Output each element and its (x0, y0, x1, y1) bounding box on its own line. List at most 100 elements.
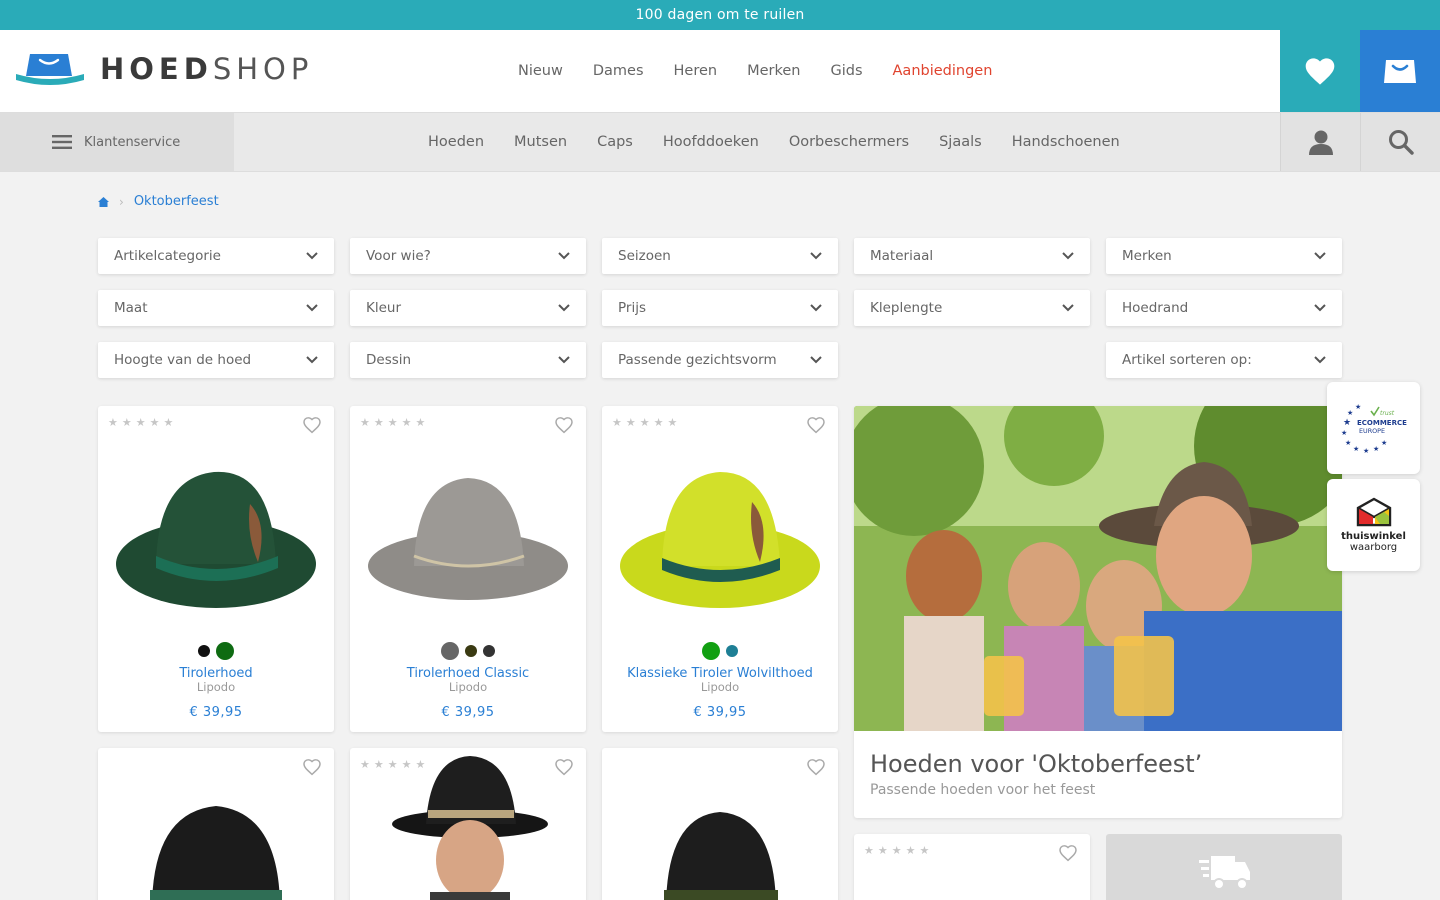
filter-passende-gezichtsvorm[interactable]: Passende gezichtsvorm (602, 342, 838, 378)
filter-hoogte-van-de-hoed[interactable]: Hoogte van de hoed (98, 342, 334, 378)
filter-materiaal[interactable]: Materiaal (854, 238, 1090, 274)
product-card[interactable]: ★★★★★ (854, 834, 1090, 900)
chevron-down-icon (810, 356, 822, 364)
nav-item-aanbiedingen[interactable]: Aanbiedingen (893, 63, 993, 79)
product-image (368, 478, 568, 600)
product-card[interactable]: ★★★★★ Tirolerhoed Lipodo € 39,95 (98, 406, 334, 732)
filter-dessin[interactable]: Dessin (350, 342, 586, 378)
chevron-down-icon (558, 304, 570, 312)
category-bar: Klantenservice Hoeden Mutsen Caps Hoofdd… (0, 112, 1440, 172)
logo[interactable]: HOED SHOP (14, 50, 313, 88)
svg-text:★: ★ (1353, 445, 1359, 453)
category-item-handschoenen[interactable]: Handschoenen (1012, 134, 1120, 150)
category-item-oorbeschermers[interactable]: Oorbeschermers (789, 134, 909, 150)
filter-maat[interactable]: Maat (98, 290, 334, 326)
announcement-text: 100 dagen om te ruilen (635, 7, 805, 23)
svg-text:★: ★ (1373, 445, 1379, 453)
product-name[interactable]: Tirolerhoed (98, 666, 334, 681)
heart-outline-icon[interactable] (806, 758, 826, 776)
product-brand: Lipodo (700, 680, 740, 694)
breadcrumb-current[interactable]: Oktoberfeest (134, 194, 219, 209)
delivery-promo-card[interactable] (1106, 834, 1342, 900)
promo-banner[interactable]: Hoeden voor 'Oktoberfeest’ Passende hoed… (854, 406, 1342, 818)
search-button[interactable] (1360, 113, 1440, 171)
nav-item-merken[interactable]: Merken (747, 63, 800, 79)
hat-logo-icon (16, 54, 84, 85)
product-image (664, 812, 778, 900)
category-nav: Hoeden Mutsen Caps Hoofddoeken Oorbesche… (428, 113, 1120, 171)
color-swatch[interactable] (483, 645, 495, 657)
chevron-down-icon (1314, 304, 1326, 312)
category-item-caps[interactable]: Caps (597, 134, 633, 150)
cart-button[interactable] (1360, 30, 1440, 112)
filter-kleur[interactable]: Kleur (350, 290, 586, 326)
ecommerce-word: ECOMMERCE (1357, 419, 1407, 427)
color-swatches (602, 642, 838, 660)
svg-text:★: ★ (1345, 439, 1351, 447)
chevron-down-icon (558, 252, 570, 260)
product-brand: Lipodo (196, 680, 236, 694)
category-item-hoofddoeken[interactable]: Hoofddoeken (663, 134, 759, 150)
wishlist-button[interactable] (1280, 30, 1360, 112)
product-card[interactable]: ★★★★★ Tirolerhoed Classic Lipodo € 39,95 (350, 406, 586, 732)
filter-prijs[interactable]: Prijs (602, 290, 838, 326)
heart-outline-icon[interactable] (302, 758, 322, 776)
svg-text:★: ★ (1355, 403, 1361, 411)
color-swatch[interactable] (726, 645, 738, 657)
chevron-down-icon (810, 304, 822, 312)
color-swatch[interactable] (441, 642, 459, 660)
filter-merken[interactable]: Merken (1106, 238, 1342, 274)
hamburger-menu-icon (52, 135, 72, 149)
color-swatch[interactable] (465, 645, 477, 657)
home-icon[interactable] (98, 196, 109, 207)
delivery-truck-icon (1199, 856, 1250, 890)
product-name[interactable]: Klassieke Tiroler Wolvilthoed (602, 666, 838, 681)
main-nav: Nieuw Dames Heren Merken Gids Aanbieding… (518, 30, 992, 112)
customer-service-menu[interactable]: Klantenservice (0, 113, 234, 171)
filter-hoedrand[interactable]: Hoedrand (1106, 290, 1342, 326)
product-card[interactable] (98, 748, 334, 900)
nav-item-heren[interactable]: Heren (674, 63, 718, 79)
rating-stars: ★★★★★ (864, 844, 934, 857)
nav-item-gids[interactable]: Gids (830, 63, 862, 79)
product-card[interactable]: ★★★★★ (350, 748, 586, 900)
nav-item-nieuw[interactable]: Nieuw (518, 63, 563, 79)
product-image (392, 756, 548, 900)
category-item-mutsen[interactable]: Mutsen (514, 134, 567, 150)
category-item-hoeden[interactable]: Hoeden (428, 134, 484, 150)
filter-kleplengte[interactable]: Kleplengte (854, 290, 1090, 326)
account-button[interactable] (1280, 113, 1360, 171)
rating-stars: ★★★★★ (612, 416, 682, 429)
sort-select[interactable]: Artikel sorteren op: (1106, 342, 1342, 378)
heart-outline-icon[interactable] (806, 416, 826, 434)
promo-title: Hoeden voor 'Oktoberfeest’ (870, 750, 1203, 778)
ecommerce-europe-logo: ★ ★ ★ ★ ★ ★ ★ ★ ★ trust ECOMMERCE EUROPE (1341, 403, 1407, 453)
product-image (150, 806, 282, 900)
thuiswinkel-logo-icon (1356, 497, 1391, 527)
search-icon (1388, 130, 1414, 155)
heart-outline-icon[interactable] (1058, 844, 1078, 862)
ecommerce-europe-badge[interactable]: ★ ★ ★ ★ ★ ★ ★ ★ ★ trust ECOMMERCE EUROPE (1327, 382, 1420, 474)
category-item-sjaals[interactable]: Sjaals (939, 134, 982, 150)
europe-word: EUROPE (1359, 427, 1385, 435)
chevron-down-icon (306, 356, 318, 364)
color-swatch[interactable] (198, 645, 210, 657)
filter-seizoen[interactable]: Seizoen (602, 238, 838, 274)
heart-outline-icon[interactable] (554, 416, 574, 434)
product-card[interactable] (602, 748, 838, 900)
product-name[interactable]: Tirolerhoed Classic (350, 666, 586, 681)
chevron-down-icon (1062, 252, 1074, 260)
heart-outline-icon[interactable] (302, 416, 322, 434)
nav-item-dames[interactable]: Dames (593, 63, 644, 79)
trust-word: trust (1380, 410, 1395, 417)
logo-wordmark: HOED SHOP (100, 52, 314, 86)
color-swatch[interactable] (216, 642, 234, 660)
chevron-down-icon (810, 252, 822, 260)
filter-artikelcategorie[interactable]: Artikelcategorie (98, 238, 334, 274)
heart-outline-icon[interactable] (554, 758, 574, 776)
thuiswinkel-waarborg-badge[interactable]: thuiswinkel waarborg (1327, 479, 1420, 571)
color-swatch[interactable] (702, 642, 720, 660)
product-card[interactable]: ★★★★★ Klassieke Tiroler Wolvilthoed Lipo… (602, 406, 838, 732)
product-price: € 39,95 (189, 705, 243, 720)
filter-voor-wie[interactable]: Voor wie? (350, 238, 586, 274)
